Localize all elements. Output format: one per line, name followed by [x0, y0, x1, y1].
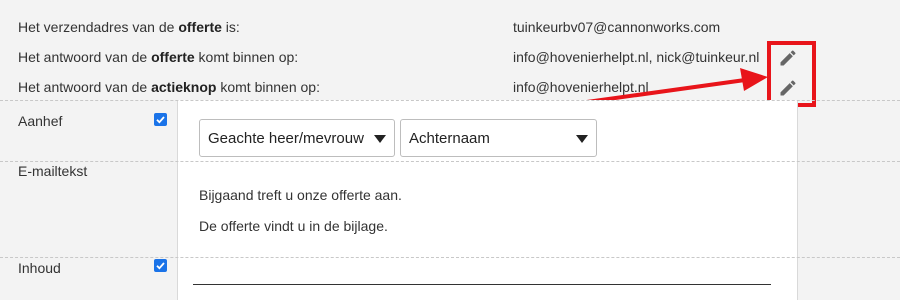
checkmark-icon: [156, 116, 165, 124]
name-format-select-value: Achternaam: [409, 130, 490, 147]
content-checkbox[interactable]: [154, 259, 167, 272]
caret-down-icon: [576, 135, 588, 143]
salutation-checkbox[interactable]: [154, 113, 167, 126]
separator: [0, 257, 900, 258]
caret-down-icon: [374, 135, 386, 143]
email-text-line[interactable]: Bijgaand treft u onze offerte aan.: [199, 187, 402, 203]
name-format-select[interactable]: Achternaam: [400, 119, 597, 157]
separator: [0, 100, 900, 101]
separator: [0, 161, 900, 162]
email-text-label: E-mailtekst: [18, 163, 88, 179]
content-label: Inhoud: [18, 260, 61, 276]
salutation-select-value: Geachte heer/mevrouw: [208, 130, 364, 147]
salutation-label: Aanhef: [18, 113, 63, 129]
salutation-select[interactable]: Geachte heer/mevrouw: [199, 119, 395, 157]
email-text-line[interactable]: De offerte vindt u in de bijlage.: [199, 218, 388, 234]
checkmark-icon: [156, 262, 165, 270]
content-divider: [193, 284, 771, 285]
